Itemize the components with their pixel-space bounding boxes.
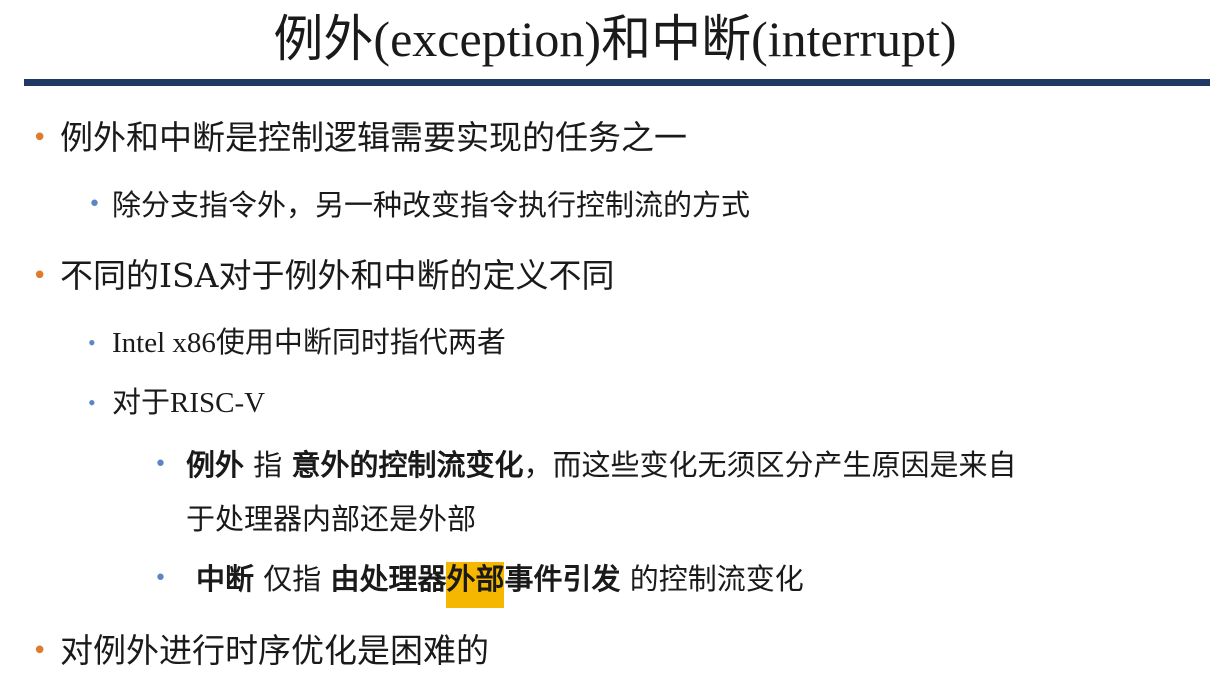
interrupt-rest: 的控制流变化 xyxy=(620,562,804,596)
bullet-text: 除分支指令外，另一种改变指令执行控制流的方式 xyxy=(112,188,751,222)
title-divider xyxy=(24,79,1210,86)
sub-bullet-intel-x86: • Intel x86使用中断同时指代两者 xyxy=(88,323,506,363)
bullet-dot: • xyxy=(32,123,48,153)
interrupt-mid: 仅指 xyxy=(254,562,331,596)
bullet-isa-definitions: • 不同的ISA对于例外和中断的定义不同 xyxy=(32,254,615,298)
sub-bullet-control-flow: • 除分支指令外，另一种改变指令执行控制流的方式 xyxy=(88,185,751,225)
exception-term: 例外 xyxy=(186,448,245,482)
exception-definition-continuation: 于处理器内部还是外部 xyxy=(186,499,476,539)
bullet-exceptions-interrupts: • 例外和中断是控制逻辑需要实现的任务之一 xyxy=(32,116,687,160)
interrupt-term: 中断 xyxy=(196,562,255,596)
bullet-dot: • xyxy=(154,566,167,591)
bullet-text: 例外和中断是控制逻辑需要实现的任务之一 xyxy=(60,118,687,157)
bullet-text: Intel x86使用中断同时指代两者 xyxy=(112,327,506,359)
bullet-dot: • xyxy=(88,390,96,415)
exception-mid: 指 xyxy=(244,448,292,482)
interrupt-def-a: 由处理器 xyxy=(330,562,447,596)
bullet-dot: • xyxy=(88,330,96,355)
sub-sub-bullet-exception-definition: • 例外 指 意外的控制流变化，而这些变化无须区分产生原因是来自 xyxy=(154,445,1017,485)
bullet-text: 对例外进行时序优化是困难的 xyxy=(60,631,489,670)
bullet-dot: • xyxy=(32,636,48,666)
exception-def: 意外的控制流变化 xyxy=(291,448,524,482)
bullet-dot: • xyxy=(88,192,101,217)
bullet-timing-optimization: • 对例外进行时序优化是困难的 xyxy=(32,629,489,673)
bullet-text: 不同的ISA对于例外和中断的定义不同 xyxy=(60,256,615,295)
interrupt-def-b: 事件引发 xyxy=(504,562,621,596)
sub-bullet-risc-v: • 对于RISC-V xyxy=(88,383,266,423)
bullet-dot: • xyxy=(32,261,48,291)
interrupt-def-highlight: 外部 xyxy=(446,562,505,608)
exception-rest-line2: 于处理器内部还是外部 xyxy=(186,502,477,536)
bullet-text: 对于RISC-V xyxy=(112,387,266,419)
bullet-dot: • xyxy=(154,452,167,477)
sub-sub-bullet-interrupt-definition: • 中断 仅指 由处理器外部事件引发 的控制流变化 xyxy=(154,559,804,608)
exception-rest: ，而这些变化无须区分产生原因是来自 xyxy=(523,448,1017,482)
slide-title: 例外(exception)和中断(interrupt) xyxy=(273,11,957,67)
